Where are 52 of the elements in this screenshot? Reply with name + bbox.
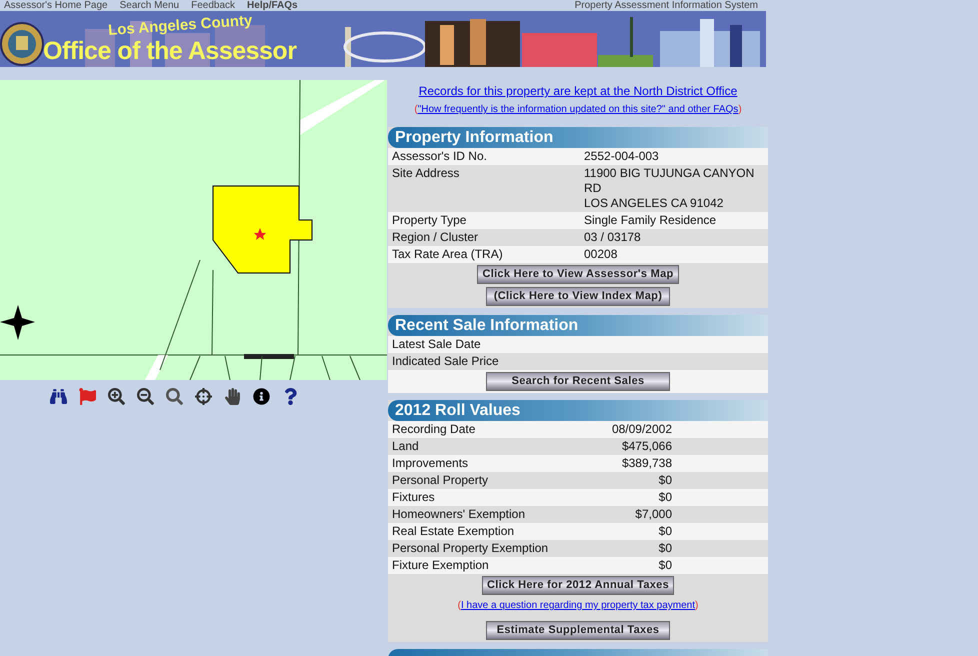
section-header: Property Information	[388, 127, 768, 148]
row-value: $0	[658, 541, 673, 556]
section-header: Recent Sale Information	[388, 315, 768, 336]
row-value: 2552-004-003	[583, 149, 659, 164]
action-button[interactable]: Click Here for 2012 Annual Taxes	[482, 576, 674, 595]
row-value: 11900 BIG TUJUNGA CANYON	[583, 166, 754, 181]
action-button[interactable]: Estimate Supplemental Taxes	[486, 621, 670, 640]
nav-link[interactable]: Assessor's Home Page	[4, 0, 108, 11]
row-label: Fixtures	[391, 490, 436, 505]
paren-text: )	[738, 103, 742, 117]
row-value: $0	[658, 524, 673, 539]
system-name: Property Assessment Information System	[574, 0, 759, 11]
action-button[interactable]: (Click Here to View Index Map)	[486, 287, 670, 306]
nav-link[interactable]: Feedback	[191, 0, 236, 11]
row-label: Homeowners' Exemption	[391, 507, 526, 522]
row-value: $0	[658, 558, 673, 573]
row-label: Fixture Exemption	[391, 558, 490, 573]
row-label: Indicated Sale Price	[391, 354, 500, 369]
row-value: $389,738	[622, 456, 673, 471]
row-value: LOS ANGELES CA 91042	[583, 196, 724, 211]
row-value: $7,000	[635, 507, 673, 522]
row-value: 00208	[583, 247, 618, 262]
row-label: Latest Sale Date	[391, 337, 482, 352]
row-label: Property Type	[391, 213, 468, 228]
row-value: 08/09/2002	[612, 422, 673, 437]
row-label: Real Estate Exemption	[391, 524, 516, 539]
row-label: Recording Date	[391, 422, 476, 437]
row-label: Tax Rate Area (TRA)	[391, 247, 504, 262]
row-value: $475,066	[622, 439, 673, 454]
tax-question-link[interactable]: I have a question regarding my property tax payment	[460, 598, 696, 613]
nav-link[interactable]: Help/FAQs	[247, 0, 298, 11]
row-value: Single Family Residence	[583, 213, 716, 228]
nav-link[interactable]: Search Menu	[120, 0, 180, 11]
section-header: 2012 Roll Values	[388, 400, 768, 421]
row-value: 03 / 03178	[583, 230, 641, 245]
row-label: Improvements	[391, 456, 470, 471]
row-label: Land	[391, 439, 420, 454]
row-label: Site Address	[391, 166, 460, 182]
row-label: Personal Property Exemption	[391, 541, 550, 556]
row-value: $0	[658, 473, 673, 488]
row-value: RD	[583, 181, 602, 196]
row-label: Personal Property	[391, 473, 490, 488]
paren-text: (	[458, 599, 461, 613]
row-value: $0	[658, 490, 673, 505]
district-office-link[interactable]: Records for this property are kept at the North District Office	[418, 82, 738, 100]
action-button[interactable]: Search for Recent Sales	[486, 372, 670, 391]
paren-text: )	[695, 599, 698, 613]
faq-link[interactable]: "How frequently is the information updated on this site?" and other FAQs	[418, 102, 738, 117]
row-label: Assessor's ID No.	[391, 149, 488, 164]
action-button[interactable]: Click Here to View Assessor's Map	[477, 265, 679, 284]
paren-text: (	[414, 103, 418, 117]
row-label: Region / Cluster	[391, 230, 480, 245]
